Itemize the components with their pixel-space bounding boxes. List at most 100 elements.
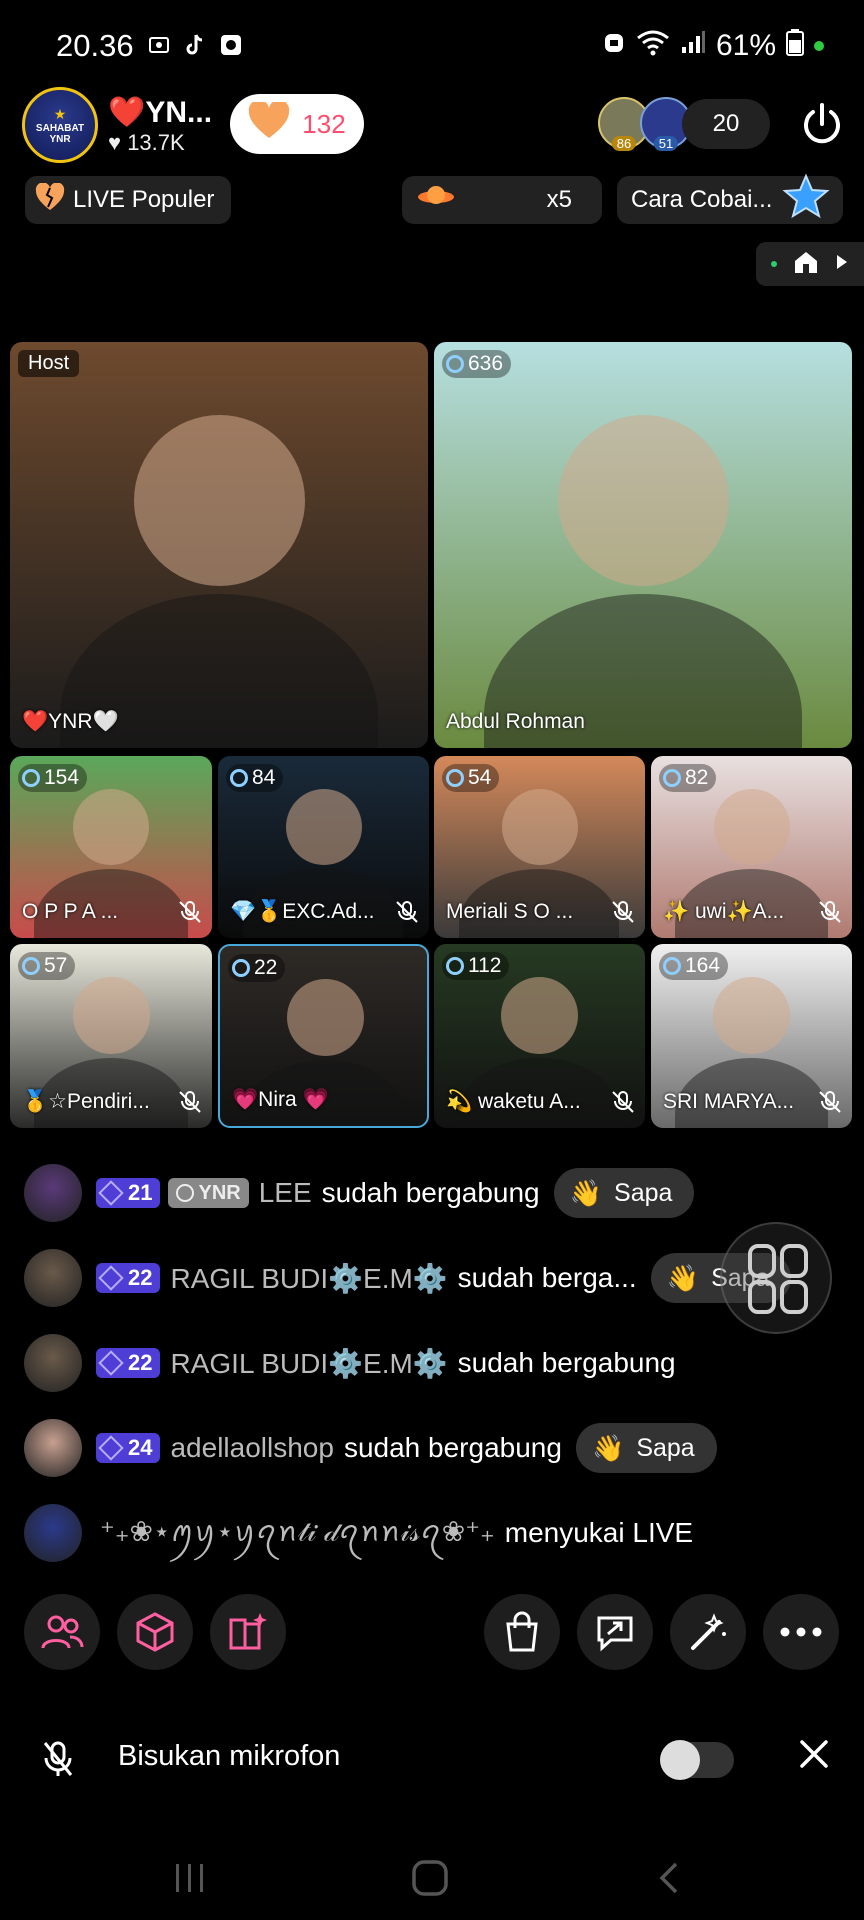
guest-video-tile[interactable]: 57 🥇☆Pendiri... [10,944,212,1128]
status-icons-left [146,32,244,58]
guest-score-badge: 164 [659,952,729,980]
guest-score-badge: 84 [226,764,284,792]
guest-video-tile[interactable]: 82 ✨ uwi✨A... [651,756,852,938]
room-controls[interactable] [756,242,864,286]
score-ring-icon [22,769,40,787]
chat-text: sudah berga... [457,1262,637,1293]
guest-video-tile[interactable]: 54 Meriali S O ... [434,756,645,938]
chat-avatar[interactable] [24,1419,82,1477]
sapa-button[interactable]: 👋 Sapa [575,1423,717,1473]
users-icon[interactable] [24,1594,100,1670]
chat-message[interactable]: 24 adellaollshop sudah bergabung 👋 Sapa [24,1417,717,1479]
viewer-count[interactable]: 20 [682,99,770,149]
home-icon[interactable] [792,249,820,280]
book-spark-icon[interactable] [210,1594,286,1670]
top-viewers[interactable]: 86 51 [598,97,692,151]
play-arrow-icon[interactable] [835,253,849,276]
host-profile[interactable]: ★ SAHABAT YNR ❤️YN... ♥ 13.7K [22,86,212,164]
star-icon [782,172,830,228]
participant-name: 💫 waketu A... [446,1090,581,1113]
score-ring-icon [446,957,464,975]
host-avatar[interactable]: ★ SAHABAT YNR [22,87,98,163]
score-ring-icon [446,769,464,787]
chat-avatar[interactable] [24,1164,82,1222]
chat-message[interactable]: 22 RAGIL BUDI⚙️E.M⚙️ sudah bergabung [24,1332,676,1394]
more-icon[interactable] [763,1594,839,1670]
cube-icon[interactable] [117,1594,193,1670]
chat-username[interactable]: LEE [259,1177,312,1209]
participant-silhouette [713,977,790,1054]
participant-name: 🥇☆Pendiri... [22,1090,150,1113]
host-video-tile[interactable]: Host ❤️YNR🤍 [10,342,428,748]
home-nav-icon[interactable] [410,1858,450,1903]
chat-message[interactable]: 21 YNR LEE sudah bergabung 👋 Sapa [24,1162,695,1224]
level-badge: 22 [96,1263,161,1293]
back-icon[interactable] [656,1860,684,1901]
multiplier-chip[interactable]: x5 [402,176,602,224]
chat-username[interactable]: RAGIL BUDI⚙️E.M⚙️ [170,1262,447,1295]
like-button[interactable]: 132 [230,94,364,154]
chat-username[interactable]: ⁺₊❀⋆ꪑꪗ⋆ꪗꪖꪀ𝓉𝒾 𝒹ꪖꪀꪀ𝒾𝓈ꪖ❀⁺₊ [100,1504,495,1563]
guest-score: 54 [468,766,492,789]
guest-video-tile[interactable]: 154 O P P A ... [10,756,212,938]
score-ring-icon [446,355,464,373]
participant-silhouette [287,979,364,1056]
chat-username[interactable]: RAGIL BUDI⚙️E.M⚙️ [170,1347,447,1380]
square-app-icon [218,32,244,58]
guest-score-badge: 112 [442,952,510,980]
chat-text: sudah bergabung [321,1177,540,1208]
participant-name: 💗Nira 💗 [232,1088,329,1111]
host-likes-count: 13.7K [127,129,185,155]
participant-silhouette [558,415,729,586]
guest-video-tile[interactable]: 22 💗Nira 💗 [218,944,429,1128]
guest-score: 84 [252,766,276,789]
guest-score: 82 [685,766,709,789]
green-dot-icon [771,261,778,267]
floating-grid-widget[interactable] [720,1222,832,1334]
waving-hand-icon: 👋 [569,1177,603,1208]
chat-username[interactable]: adellaollshop [170,1432,333,1464]
level-number: 22 [128,1350,153,1375]
waving-hand-icon: 👋 [666,1262,700,1293]
mic-muted-icon [818,900,842,924]
guest-score: 57 [44,954,68,977]
mic-muted-icon [178,1090,202,1114]
power-icon[interactable] [798,100,846,148]
chat-text: menyukai LIVE [504,1517,694,1548]
mute-microphone-bar: Bisukan mikrofon [0,1720,864,1800]
participant-silhouette [286,789,362,865]
participant-name: Meriali S O ... [446,900,574,923]
level-number: 24 [128,1435,153,1460]
guest-video-tile[interactable]: 636 Abdul Rohman [434,342,852,748]
guest-score-badge: 154 [18,764,88,792]
shopping-bag-icon[interactable] [484,1594,560,1670]
chat-avatar[interactable] [24,1504,82,1562]
cara-cobai-chip[interactable]: Cara Cobai... [617,172,843,224]
mic-muted-icon [818,1090,842,1114]
multiplier-label: x5 [546,186,572,213]
recent-apps-icon[interactable] [170,1860,210,1901]
participant-name: SRI MARYA... [663,1090,795,1113]
chat-avatar[interactable] [24,1249,82,1307]
chat-message[interactable]: ⁺₊❀⋆ꪑꪗ⋆ꪗꪖꪀ𝓉𝒾 𝒹ꪖꪀꪀ𝒾𝓈ꪖ❀⁺₊ menyukai LIVE [24,1502,693,1564]
close-icon[interactable] [796,1736,832,1772]
chat-message[interactable]: 22 RAGIL BUDI⚙️E.M⚙️ sudah berga... 👋 Sapa [24,1247,792,1309]
guest-video-tile[interactable]: 84 💎🥇EXC.Ad... [218,756,429,938]
score-ring-icon [230,769,248,787]
level-badge: 22 [96,1348,161,1378]
score-ring-icon [663,769,681,787]
planet-icon [416,183,456,218]
mute-toggle[interactable] [660,1740,734,1780]
battery-icon [786,28,804,64]
live-populer-chip[interactable]: LIVE Populer [25,176,231,224]
share-comment-icon[interactable] [577,1594,653,1670]
guest-video-tile[interactable]: 112 💫 waketu A... [434,944,645,1128]
viewer-badge: 86 [611,136,637,151]
sapa-button[interactable]: 👋 Sapa [553,1168,695,1218]
chat-avatar[interactable] [24,1334,82,1392]
mute-label: Bisukan mikrofon [118,1740,341,1772]
magic-wand-icon[interactable] [670,1594,746,1670]
like-count: 132 [302,108,346,139]
guest-video-tile[interactable]: 164 SRI MARYA... [651,944,852,1128]
participant-silhouette [714,789,790,865]
